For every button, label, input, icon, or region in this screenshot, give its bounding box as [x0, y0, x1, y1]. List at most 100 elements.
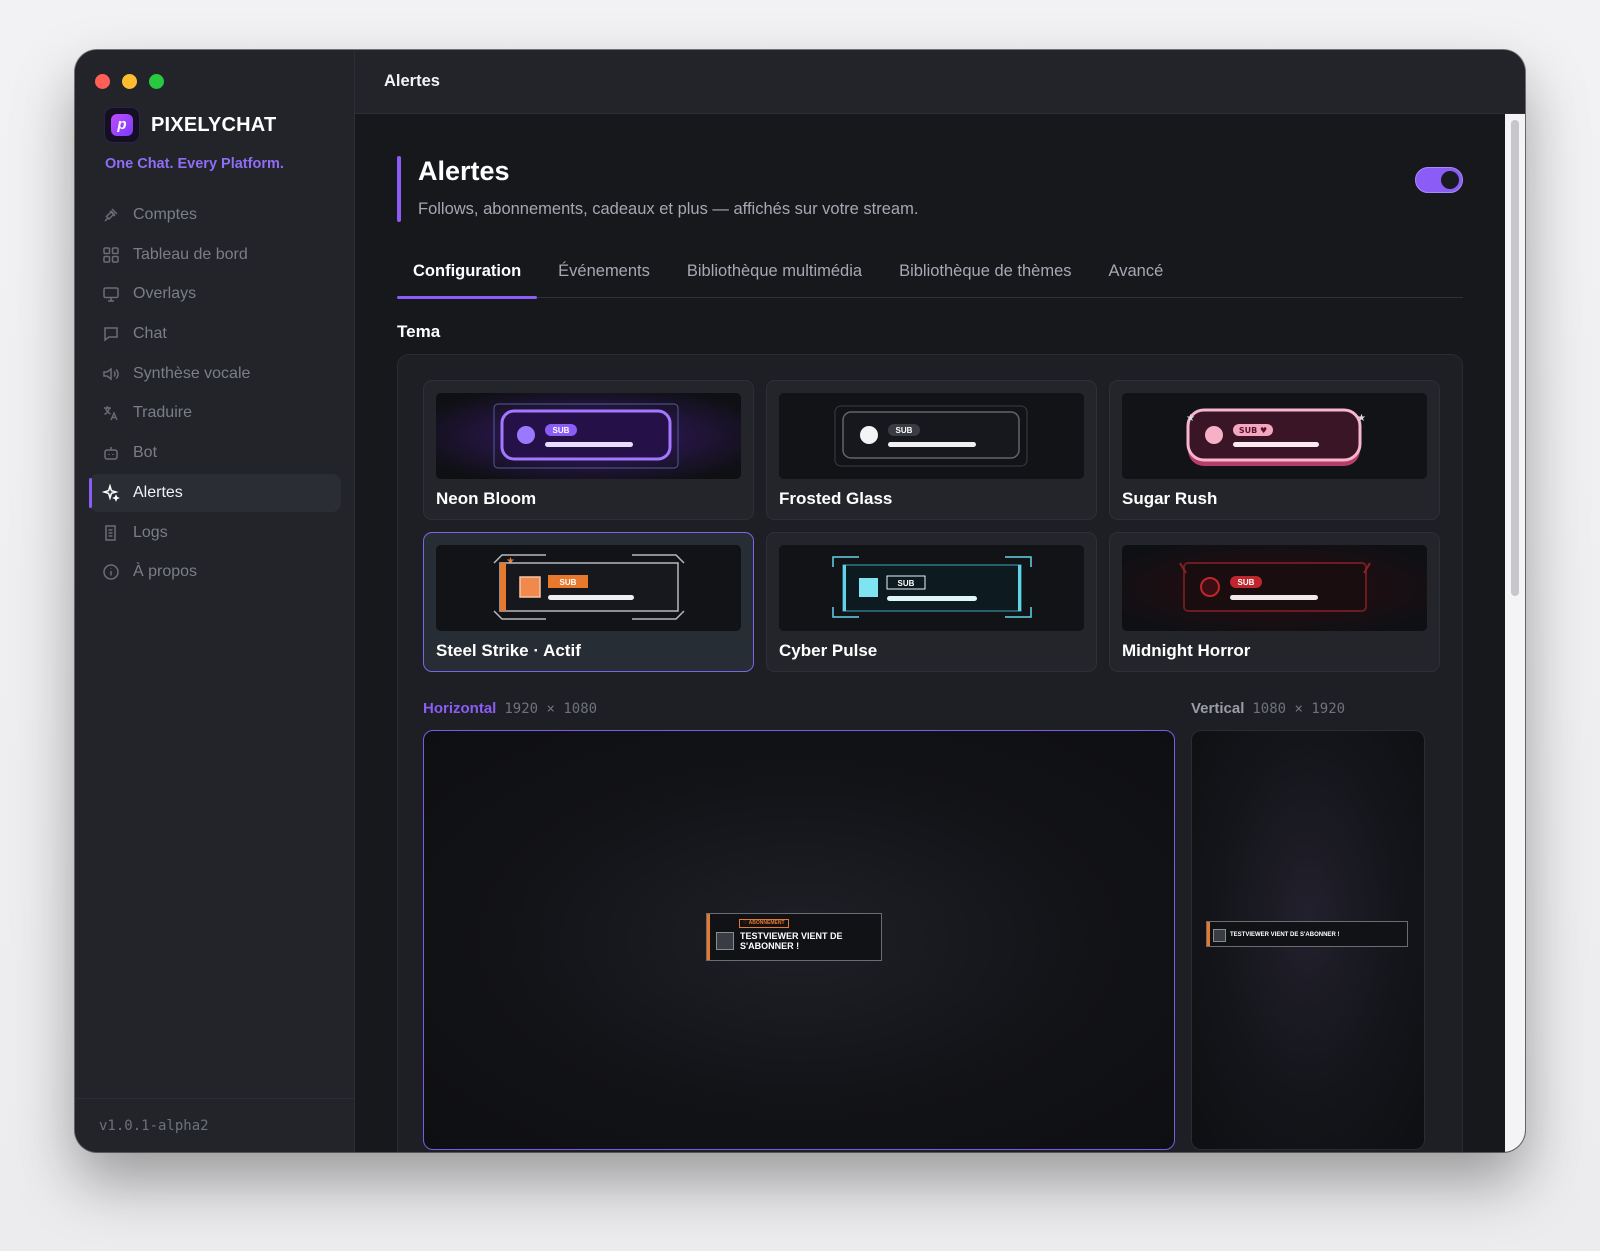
sidebar-item-bot[interactable]: Bot — [89, 434, 341, 472]
theme-panel: SUB Neon Bloom SUB Frosted Glass ★ ★ SUB… — [397, 354, 1463, 1152]
brand-name: PIXELYCHAT — [151, 113, 277, 136]
brand: p PIXELYCHAT — [104, 107, 276, 143]
horizontal-preview-stage[interactable]: ♡ ABONNEMENT TESTVIEWER VIENT DE S'ABONN… — [423, 730, 1175, 1150]
sidebar-item-traduire[interactable]: Traduire — [89, 394, 341, 432]
monitor-icon — [101, 284, 121, 304]
tab-bibliotheque-multimedia[interactable]: Bibliothèque multimédia — [671, 252, 878, 298]
theme-badge: SUB — [896, 426, 913, 435]
page-subtitle: Follows, abonnements, cadeaux et plus — … — [418, 200, 919, 218]
sidebar-item-label: Chat — [133, 325, 167, 343]
theme-name: Cyber Pulse — [779, 641, 878, 660]
sidebar-item-synthese-vocale[interactable]: Synthèse vocale — [89, 355, 341, 393]
svg-text:★: ★ — [1357, 413, 1366, 424]
theme-preview: ★ SUB — [436, 545, 741, 631]
theme-name: Midnight Horror — [1122, 641, 1251, 660]
sparkle-icon — [101, 483, 121, 503]
theme-name: Steel Strike · Actif — [436, 641, 581, 660]
tab-configuration[interactable]: Configuration — [397, 252, 538, 299]
horizontal-preview-label[interactable]: Horizontal 1920 × 1080 — [423, 700, 597, 717]
alert-accent-edge — [707, 914, 710, 960]
sidebar-item-label: Overlays — [133, 285, 197, 303]
theme-preview: SUB — [779, 545, 1084, 631]
theme-badge: SUB — [560, 578, 577, 587]
sidebar-nav: Comptes Tableau de bord Overlays Chat Sy… — [89, 196, 341, 593]
topbar-title: Alertes — [355, 50, 1525, 114]
speaker-icon — [101, 364, 121, 384]
horizontal-label: Horizontal — [423, 700, 497, 717]
sidebar-item-label: Bot — [133, 444, 158, 462]
page-title: Alertes — [418, 156, 510, 186]
sidebar-item-label: À propos — [133, 563, 198, 581]
theme-card-steel-strike[interactable]: ★ SUB Steel Strike · Actif — [423, 532, 754, 672]
toggle-knob — [1441, 171, 1459, 189]
vertical-scrollbar[interactable] — [1505, 114, 1525, 1152]
theme-name: Neon Bloom — [436, 489, 537, 508]
vertical-preview-label[interactable]: Vertical 1080 × 1920 — [1191, 700, 1345, 717]
alert-accent-edge — [1207, 922, 1210, 946]
chat-bubble-icon — [101, 324, 121, 344]
theme-preview: SUB — [779, 393, 1084, 479]
tab-evenements[interactable]: Événements — [542, 252, 666, 298]
vertical-size: 1080 × 1920 — [1252, 701, 1346, 717]
theme-badge: SUB — [1238, 578, 1255, 587]
theme-name: Sugar Rush — [1122, 489, 1218, 508]
tab-avance[interactable]: Avancé — [1093, 252, 1180, 298]
tab-bibliotheque-de-themes[interactable]: Bibliothèque de thèmes — [883, 252, 1087, 298]
vertical-label: Vertical — [1191, 700, 1245, 717]
theme-card-frosted-glass[interactable]: SUB Frosted Glass — [766, 380, 1097, 520]
sidebar-item-alertes[interactable]: Alertes — [89, 473, 341, 512]
sidebar-item-comptes[interactable]: Comptes — [89, 196, 341, 234]
theme-badge: SUB — [898, 579, 915, 588]
sidebar-item-label: Comptes — [133, 206, 198, 223]
alert-preview-vertical: TESTVIEWER VIENT DE S'ABONNER ! — [1206, 921, 1408, 947]
sidebar-item-label: Alertes — [133, 483, 183, 501]
alerts-enabled-toggle[interactable] — [1415, 167, 1463, 193]
alert-preview-horizontal: ♡ ABONNEMENT TESTVIEWER VIENT DE S'ABONN… — [706, 913, 882, 961]
title-accent-bar — [397, 156, 401, 222]
sidebar-item-label: Synthèse vocale — [133, 364, 251, 382]
sidebar-item-chat[interactable]: Chat — [89, 315, 341, 353]
window-controls — [95, 74, 164, 89]
theme-badge: SUB ♥ — [1239, 426, 1267, 435]
theme-section-label: Tema — [397, 322, 441, 341]
alert-tag: ♡ ABONNEMENT — [739, 919, 789, 928]
sidebar-item-tableau-de-bord[interactable]: Tableau de bord — [89, 236, 341, 274]
sidebar: p PIXELYCHAT One Chat. Every Platform. C… — [75, 50, 355, 1152]
sidebar-item-overlays[interactable]: Overlays — [89, 275, 341, 313]
svg-text:★: ★ — [1186, 413, 1195, 424]
theme-preview: SUB — [436, 393, 741, 479]
sidebar-item-logs[interactable]: Logs — [89, 514, 341, 552]
version-label: v1.0.1-alpha2 — [75, 1098, 354, 1152]
scrollbar-thumb[interactable] — [1511, 120, 1519, 596]
main-area: Alertes Alertes Follows, abonnements, ca… — [355, 50, 1525, 1152]
theme-card-cyber-pulse[interactable]: SUB Cyber Pulse — [766, 532, 1097, 672]
tab-bar: Configuration Événements Bibliothèque mu… — [397, 252, 1463, 299]
minimize-window-button[interactable] — [122, 74, 137, 89]
theme-badge: SUB — [553, 426, 570, 435]
avatar-icon — [716, 932, 734, 950]
theme-card-sugar-rush[interactable]: ★ ★ SUB ♥ Sugar Rush — [1109, 380, 1440, 520]
sidebar-item-label: Logs — [133, 523, 168, 541]
alert-message: TESTVIEWER VIENT DE S'ABONNER ! — [1230, 932, 1340, 939]
theme-card-midnight-horror[interactable]: SUB Midnight Horror — [1109, 532, 1440, 672]
zoom-window-button[interactable] — [149, 74, 164, 89]
alert-message: TESTVIEWER VIENT DE S'ABONNER ! — [740, 930, 843, 951]
log-icon — [101, 523, 121, 543]
theme-name: Frosted Glass — [779, 489, 893, 508]
page-header: Alertes Follows, abonnements, cadeaux et… — [397, 156, 1463, 222]
sidebar-item-a-propos[interactable]: À propos — [89, 553, 341, 591]
theme-card-neon-bloom[interactable]: SUB Neon Bloom — [423, 380, 754, 520]
app-window: p PIXELYCHAT One Chat. Every Platform. C… — [75, 50, 1525, 1152]
sidebar-item-label: Tableau de bord — [133, 245, 248, 263]
theme-preview: SUB — [1122, 545, 1427, 631]
pixelychat-logo-icon: p — [104, 107, 140, 143]
robot-icon — [101, 443, 121, 463]
horizontal-size: 1920 × 1080 — [504, 701, 598, 717]
vertical-preview-stage[interactable]: TESTVIEWER VIENT DE S'ABONNER ! — [1191, 730, 1425, 1150]
avatar-icon — [1213, 928, 1226, 942]
close-window-button[interactable] — [95, 74, 110, 89]
content-scroll-area[interactable]: Alertes Follows, abonnements, cadeaux et… — [355, 114, 1505, 1152]
translate-icon — [101, 403, 121, 423]
plug-icon — [101, 205, 121, 225]
info-icon — [101, 562, 121, 582]
